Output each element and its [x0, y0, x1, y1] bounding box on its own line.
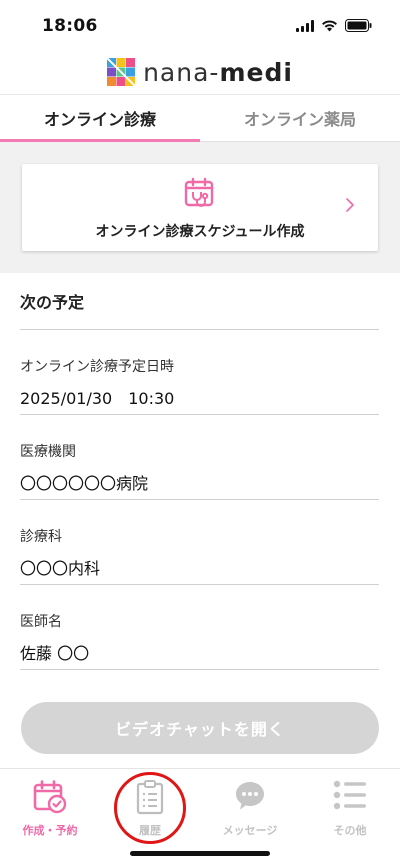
nav-label: メッセージ — [222, 824, 278, 837]
field-label: オンライン診療予定日時 — [20, 359, 174, 375]
create-schedule-label: オンライン診療スケジュール作成 — [95, 224, 305, 240]
brand-name: nana-medi — [143, 57, 293, 87]
nav-item-other[interactable]: その他 — [300, 769, 400, 839]
wifi-icon — [322, 20, 337, 32]
field-value: 佐藤 〇〇 — [20, 644, 90, 663]
cellular-signal-icon — [296, 19, 314, 32]
highlight-annotation-circle — [114, 772, 186, 844]
medical-institution-field: 医療機関 〇〇〇〇〇〇病院 — [20, 415, 379, 500]
chat-bubble-icon — [236, 782, 264, 810]
status-time: 18:06 — [42, 16, 98, 36]
chevron-right-icon — [346, 198, 354, 212]
service-tabs: オンライン診療 オンライン薬局 — [0, 94, 400, 142]
tab-online-pharmacy[interactable]: オンライン薬局 — [200, 95, 400, 141]
field-label: 医療機関 — [20, 444, 76, 460]
nav-item-create-reserve[interactable]: 作成・予約 — [0, 769, 100, 839]
section-title: 次の予定 — [20, 273, 379, 330]
tab-online-consultation[interactable]: オンライン診療 — [0, 95, 200, 142]
app-header: nana-medi — [0, 54, 400, 90]
field-value: 〇〇〇内科 — [20, 559, 101, 578]
calendar-check-icon — [33, 780, 67, 814]
schedule-area: オンライン診療スケジュール作成 — [0, 142, 400, 273]
field-value: 2025/01/30 10:30 — [20, 389, 175, 408]
calendar-stethoscope-icon — [184, 177, 214, 207]
field-value: 〇〇〇〇〇〇病院 — [20, 474, 149, 493]
department-field: 診療科 〇〇〇内科 — [20, 500, 379, 585]
field-label: 医師名 — [20, 614, 62, 630]
open-video-chat-button[interactable]: ビデオチャットを開く — [21, 702, 379, 754]
nav-label: 作成・予約 — [22, 824, 78, 837]
menu-list-icon — [333, 780, 366, 810]
appointment-datetime-field: オンライン診療予定日時 2025/01/30 10:30 — [20, 330, 379, 415]
create-schedule-button[interactable]: オンライン診療スケジュール作成 — [22, 164, 378, 251]
battery-icon — [345, 19, 372, 32]
next-appointment-section: 次の予定 オンライン診療予定日時 2025/01/30 10:30 医療機関 〇… — [20, 273, 379, 670]
home-indicator — [130, 851, 270, 856]
nana-medi-logo-icon — [107, 58, 136, 86]
field-label: 診療科 — [20, 529, 62, 545]
doctor-name-field: 医師名 佐藤 〇〇 — [20, 585, 379, 670]
nav-label: その他 — [333, 824, 367, 837]
nav-item-messages[interactable]: メッセージ — [200, 769, 300, 839]
status-icons — [296, 19, 372, 32]
status-bar: 18:06 — [0, 0, 400, 52]
